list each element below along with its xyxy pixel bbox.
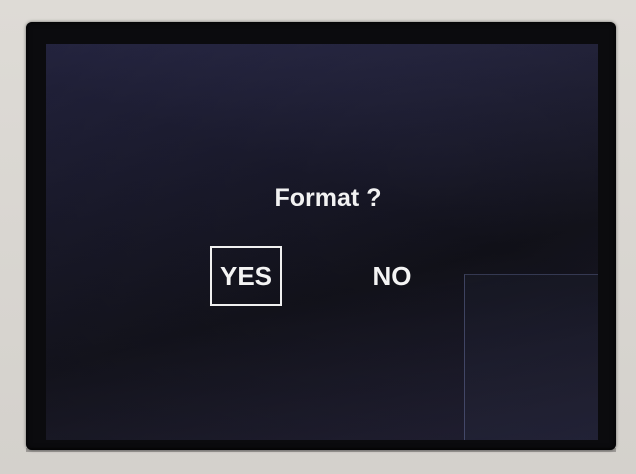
no-option-button[interactable]: NO <box>356 246 428 306</box>
format-prompt-title: Format ? <box>274 184 382 212</box>
lcd-screen: Format ? YES NO <box>46 44 598 440</box>
screen-reflection <box>464 274 598 440</box>
yes-option-button[interactable]: YES <box>210 246 282 306</box>
bezel-bottom-shadow <box>26 448 616 452</box>
